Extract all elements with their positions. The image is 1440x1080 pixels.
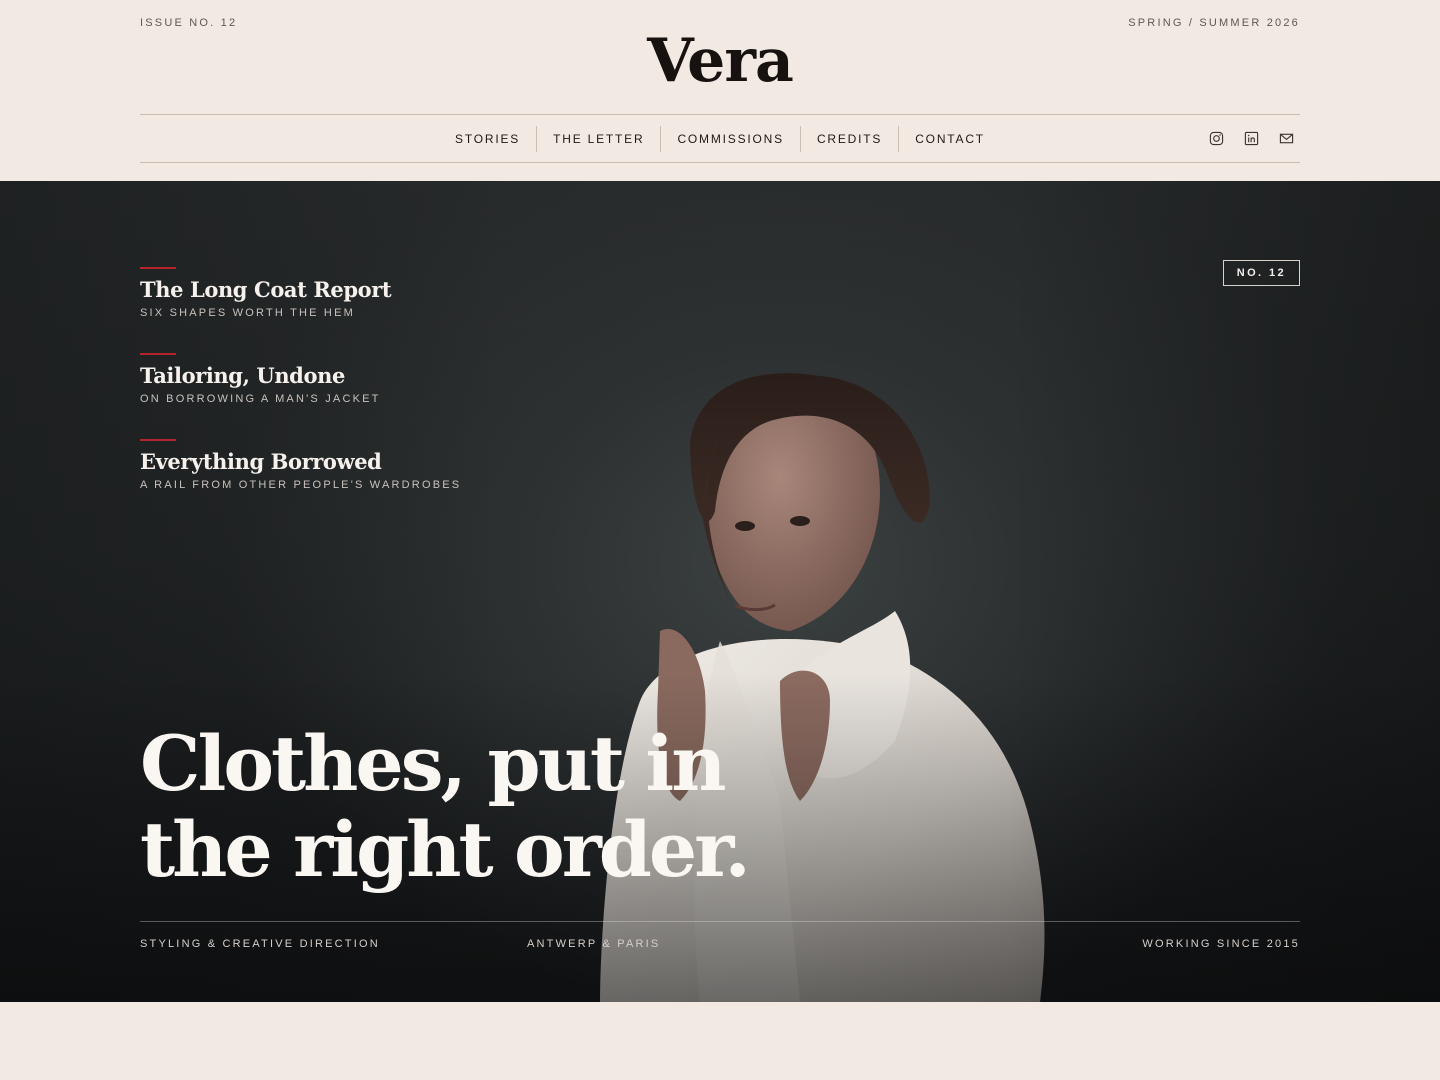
nav-item-credits[interactable]: CREDITS [799, 125, 898, 152]
issue-badge: NO. 12 [1222, 260, 1300, 286]
story-list: The Long Coat Report SIX SHAPES WORTH TH… [140, 257, 620, 515]
meta-services: STYLING & CREATIVE DIRECTION [140, 938, 380, 950]
accent-rule [140, 353, 176, 355]
masthead: ISSUE NO. 12 SPRING / SUMMER 2026 Vera S… [0, 0, 1440, 181]
story-title[interactable]: The Long Coat Report [140, 277, 620, 303]
story-subtitle: A RAIL FROM OTHER PEOPLE'S WARDROBES [140, 479, 462, 491]
hero-meta-bar: STYLING & CREATIVE DIRECTION ANTWERP & P… [140, 921, 1300, 982]
social-links [1209, 115, 1294, 162]
meta-location: ANTWERP & PARIS [527, 938, 661, 950]
nav-item-stories[interactable]: STORIES [439, 126, 536, 152]
hero-section: The Long Coat Report SIX SHAPES WORTH TH… [0, 181, 1440, 1002]
headline-line-2: the right order. [140, 805, 751, 894]
linkedin-icon[interactable] [1244, 131, 1259, 146]
headline-line-1: Clothes, put in [140, 719, 727, 808]
nav-item-the-letter[interactable]: THE LETTER [536, 125, 660, 152]
story-item[interactable]: Everything Borrowed A RAIL FROM OTHER PE… [140, 429, 620, 491]
nav-links: STORIES THE LETTER COMMISSIONS CREDITS C… [140, 115, 1300, 162]
meta-since: WORKING SINCE 2015 [1142, 938, 1300, 950]
hero-headline: Clothes, put in the right order. [140, 721, 900, 893]
story-item[interactable]: Tailoring, Undone ON BORROWING A MAN'S J… [140, 343, 620, 405]
story-title[interactable]: Tailoring, Undone [140, 363, 620, 389]
accent-rule [140, 439, 176, 441]
site-logo[interactable]: Vera [0, 26, 1440, 96]
story-subtitle: ON BORROWING A MAN'S JACKET [140, 393, 381, 405]
story-item[interactable]: The Long Coat Report SIX SHAPES WORTH TH… [140, 257, 620, 319]
story-subtitle: SIX SHAPES WORTH THE HEM [140, 307, 355, 319]
instagram-icon[interactable] [1209, 131, 1224, 146]
story-title[interactable]: Everything Borrowed [140, 449, 620, 475]
nav-item-contact[interactable]: CONTACT [898, 125, 1001, 152]
mail-icon[interactable] [1279, 131, 1294, 146]
accent-rule [140, 267, 176, 269]
nav-item-commissions[interactable]: COMMISSIONS [660, 125, 799, 152]
main-navigation: STORIES THE LETTER COMMISSIONS CREDITS C… [140, 114, 1300, 163]
